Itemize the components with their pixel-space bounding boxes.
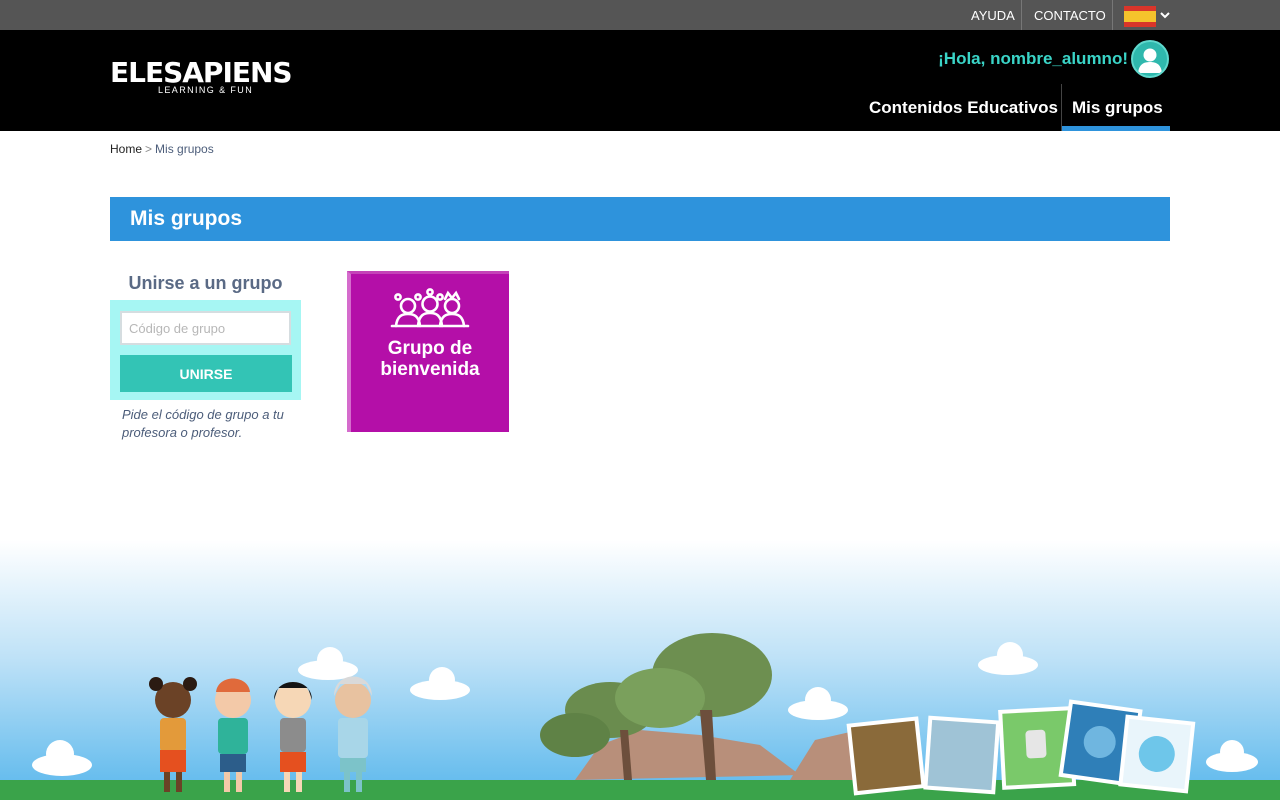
breadcrumb: Home > Mis grupos	[110, 141, 214, 157]
group-card[interactable]: Grupo de bienvenida	[347, 271, 509, 432]
join-group-title: Unirse a un grupo	[128, 273, 283, 293]
page: AYUDA CONTACTO ELESAPIENS LEARNING & FUN…	[0, 0, 1280, 800]
elesapiens-logo[interactable]: ELESAPIENS LEARNING & FUN	[110, 58, 293, 98]
logo-wordmark: ELESAPIENS	[110, 56, 293, 89]
user-avatar-icon[interactable]	[1131, 40, 1169, 78]
footer-scenery	[0, 540, 1280, 800]
breadcrumb-separator: >	[145, 142, 153, 156]
group-people-icon	[390, 288, 470, 328]
divider	[1021, 0, 1022, 30]
logo-tagline: LEARNING & FUN	[158, 85, 254, 95]
help-link[interactable]: AYUDA	[971, 0, 1015, 30]
active-tab-indicator	[1062, 126, 1170, 131]
page-title: Mis grupos	[130, 207, 243, 230]
join-hint-text: Pide el código de grupo a tu profesora o…	[122, 407, 284, 440]
breadcrumb-home[interactable]: Home	[110, 142, 142, 156]
top-utility-bar: AYUDA CONTACTO	[0, 0, 1280, 30]
breadcrumb-current: Mis grupos	[155, 142, 214, 156]
spain-flag-icon[interactable]	[1124, 6, 1156, 27]
chevron-down-icon[interactable]	[1158, 8, 1172, 22]
group-code-input[interactable]	[120, 311, 291, 345]
nav-educational-content[interactable]: Contenidos Educativos	[869, 97, 1058, 119]
join-group-form: UNIRSE	[110, 300, 301, 400]
nav-my-groups[interactable]: Mis grupos	[1062, 84, 1170, 131]
section-banner: Mis grupos	[110, 197, 1170, 241]
contact-link[interactable]: CONTACTO	[1034, 0, 1106, 30]
nav-my-groups-label: Mis grupos	[1072, 98, 1163, 117]
divider	[1112, 0, 1113, 30]
user-greeting[interactable]: ¡Hola, nombre_alumno!	[938, 48, 1128, 70]
join-button[interactable]: UNIRSE	[120, 355, 292, 392]
grass	[0, 780, 1280, 800]
group-name: Grupo de bienvenida	[380, 338, 480, 380]
main-header: ELESAPIENS LEARNING & FUN ¡Hola, nombre_…	[0, 30, 1280, 131]
